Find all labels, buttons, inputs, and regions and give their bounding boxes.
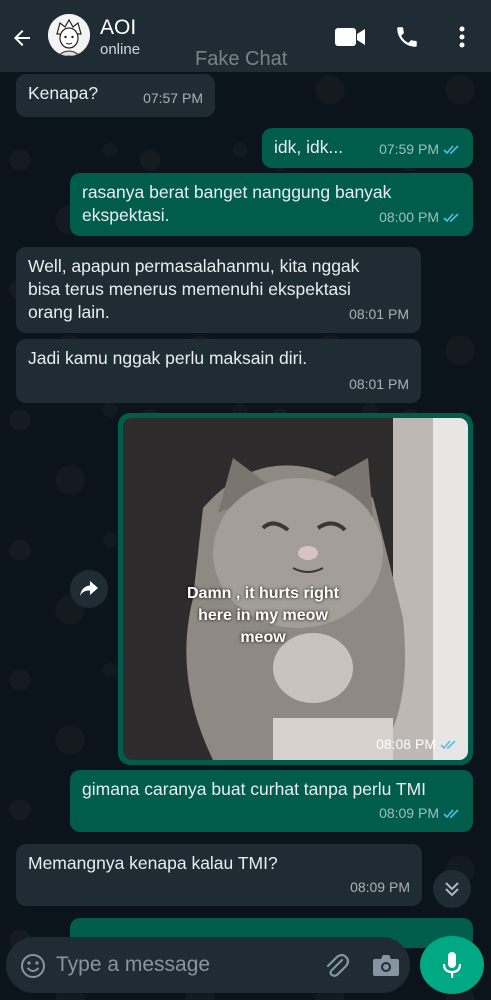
microphone-icon <box>442 952 462 978</box>
voice-call-button[interactable] <box>394 22 420 52</box>
message-text: Kenapa? <box>28 83 99 103</box>
forward-button[interactable] <box>70 570 108 608</box>
voice-message-button[interactable] <box>420 936 484 994</box>
message-time: 08:09 PM <box>350 879 410 895</box>
double-check-icon <box>440 739 456 749</box>
message-bubble-outgoing[interactable]: rasanya berat banget nanggung banyak eks… <box>70 173 473 236</box>
double-check-icon <box>443 809 459 819</box>
emoji-button[interactable] <box>20 953 46 984</box>
phone-icon <box>397 27 417 47</box>
message-time: 08:01 PM <box>349 306 409 322</box>
camera-button[interactable] <box>372 952 400 983</box>
attach-button[interactable] <box>322 952 350 985</box>
image-caption: Damn , it hurts right here in my meow me… <box>187 585 339 646</box>
message-meta: 07:59 PM <box>379 138 461 161</box>
message-bubble-outgoing[interactable]: idk, idk... 07:59 PM <box>262 128 473 168</box>
message-bubble-incoming[interactable]: Memangnya kenapa kalau TMI? 08:09 PM <box>16 844 422 906</box>
message-text: Well, apapun permasalahanmu, kita nggak … <box>28 256 360 322</box>
message-time: 08:00 PM <box>379 209 439 225</box>
paperclip-icon <box>326 953 350 977</box>
watermark: Fake Chat <box>195 48 288 70</box>
message-time: 08:08 PM <box>376 736 436 752</box>
message-text: idk, idk... <box>274 137 344 157</box>
contact-status: online <box>100 41 141 58</box>
message-text: Memangnya kenapa kalau TMI? <box>28 853 278 873</box>
message-meta: 08:00 PM <box>379 206 461 229</box>
message-bubble-incoming[interactable]: Jadi kamu nggak perlu maksain diri. 08:0… <box>16 339 421 403</box>
double-check-icon <box>443 213 459 223</box>
message-time: 07:59 PM <box>379 141 439 157</box>
message-bubble-incoming[interactable]: Kenapa? 07:57 PM <box>16 74 215 117</box>
cat-meme-image[interactable]: Damn , it hurts right here in my meow me… <box>123 418 468 760</box>
forward-arrow-icon <box>80 581 98 596</box>
back-button[interactable] <box>8 24 36 52</box>
message-composer <box>6 937 410 993</box>
scroll-to-bottom-button[interactable] <box>433 870 471 908</box>
more-vert-icon <box>459 26 465 48</box>
message-bubble-incoming[interactable]: Well, apapun permasalahanmu, kita nggak … <box>16 247 421 333</box>
message-meta: 08:09 PM <box>379 802 461 825</box>
double-check-icon <box>443 145 459 155</box>
message-input[interactable] <box>56 947 306 983</box>
message-text: Jadi kamu nggak perlu maksain diri. <box>28 348 308 368</box>
avatar[interactable] <box>48 14 90 56</box>
message-time: 08:09 PM <box>379 805 439 821</box>
emoji-icon <box>21 954 45 978</box>
menu-button[interactable] <box>452 22 472 52</box>
message-meta: 08:08 PM <box>376 736 458 752</box>
message-time: 08:01 PM <box>349 376 409 392</box>
camera-icon <box>373 955 399 976</box>
video-call-button[interactable] <box>334 22 366 52</box>
contact-name[interactable]: AOI <box>100 16 136 40</box>
message-time: 07:57 PM <box>143 90 203 106</box>
message-text: gimana caranya buat curhat tanpa perlu T… <box>82 779 427 799</box>
arrow-left-icon <box>14 30 30 46</box>
message-bubble-outgoing[interactable]: gimana caranya buat curhat tanpa perlu T… <box>70 770 473 832</box>
image-message-bubble[interactable]: Damn , it hurts right here in my meow me… <box>118 413 473 765</box>
chevron-double-down-icon <box>445 882 459 897</box>
video-camera-icon <box>335 28 365 46</box>
